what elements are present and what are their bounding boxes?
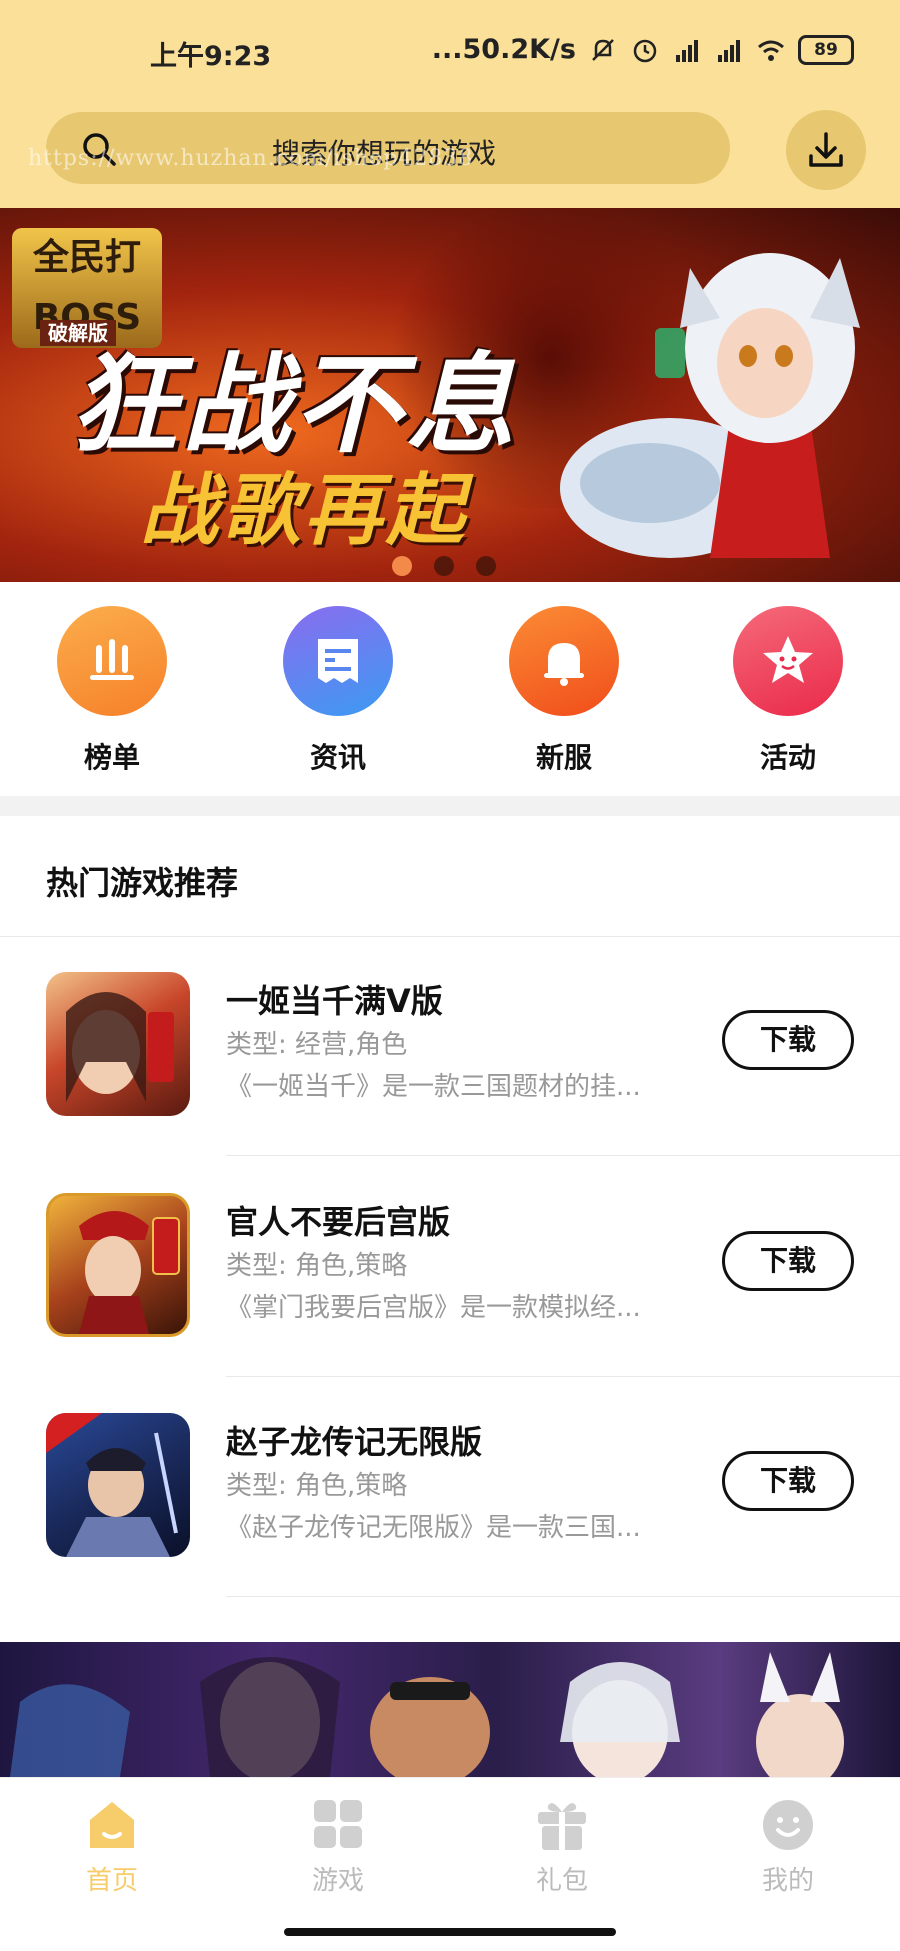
- status-bar: 上午9:23 ...50.2K/s 89: [0, 28, 900, 76]
- section-divider: [0, 796, 900, 816]
- nav-profile[interactable]: 我的: [708, 1798, 868, 1897]
- game-list-item[interactable]: 官人不要后宫版 类型: 角色,策略 《掌门我要后宫版》是一款模拟经... 下载: [0, 1193, 900, 1413]
- carousel-dot[interactable]: [434, 556, 454, 576]
- game-type: 类型: 经营,角色: [226, 1030, 408, 1060]
- game-type: 类型: 角色,策略: [226, 1471, 408, 1501]
- promo-banner[interactable]: 全民打BOSS 破解版 狂战不息 战歌再起: [0, 208, 900, 582]
- home-indicator[interactable]: [284, 1928, 616, 1936]
- game-type: 类型: 角色,策略: [226, 1251, 408, 1281]
- quick-label: 活动: [759, 741, 816, 774]
- quick-item-ranking[interactable]: 榜单: [42, 606, 182, 776]
- game-thumbnail: [46, 1193, 190, 1337]
- divider: [226, 1376, 900, 1377]
- banner-characters-illustration: [10, 1652, 844, 1777]
- nav-gifts[interactable]: 礼包: [482, 1798, 642, 1897]
- home-icon: [90, 1802, 134, 1848]
- bell-icon: [509, 606, 619, 716]
- download-icon: [809, 132, 843, 167]
- nav-home[interactable]: 首页: [32, 1798, 192, 1897]
- carousel-dot[interactable]: [392, 556, 412, 576]
- status-time: 上午9:23: [150, 41, 272, 72]
- nav-label: 礼包: [535, 1866, 588, 1896]
- wifi-icon: [758, 40, 784, 61]
- battery-icon: 89: [798, 34, 854, 65]
- game-description: 《掌门我要后宫版》是一款模拟经...: [226, 1293, 641, 1323]
- game-thumbnail-art: [46, 1413, 178, 1557]
- news-icon: [283, 606, 393, 716]
- banner-subheadline: 战歌再起: [140, 466, 469, 556]
- game-name: 一姬当千满V版: [226, 982, 443, 1020]
- carousel-indicator: [392, 556, 496, 576]
- section-title: 热门游戏推荐: [46, 864, 239, 902]
- quick-item-events[interactable]: 活动: [718, 606, 858, 776]
- divider: [0, 936, 900, 937]
- network-speed: ...50.2K/s: [431, 34, 576, 65]
- game-list-item[interactable]: 赵子龙传记无限版 类型: 角色,策略 《赵子龙传记无限版》是一款三国... 下载: [0, 1413, 900, 1633]
- game-thumbnail-art: [66, 992, 174, 1102]
- quick-label: 榜单: [83, 741, 140, 774]
- nav-label: 我的: [761, 1866, 814, 1896]
- game-thumbnail: [46, 972, 190, 1116]
- carousel-dot[interactable]: [476, 556, 496, 576]
- signal-hd-icon: [676, 39, 698, 62]
- watermark-text: https://www.huzhan.com/ishop42838: [28, 146, 474, 171]
- signal-hd-icon: [718, 39, 740, 62]
- alarm-icon: [633, 39, 657, 62]
- game-name: 官人不要后宫版: [226, 1203, 451, 1241]
- mute-icon: [592, 38, 614, 61]
- divider: [226, 1155, 900, 1156]
- quick-label: 新服: [535, 741, 592, 774]
- quick-item-news[interactable]: 资讯: [268, 606, 408, 776]
- star-icon: [733, 606, 843, 716]
- gift-icon: [538, 1803, 586, 1850]
- chart-icon: [57, 606, 167, 716]
- quick-label: 资讯: [309, 741, 366, 774]
- game-thumbnail: [46, 1413, 190, 1557]
- secondary-banner[interactable]: [0, 1642, 900, 1777]
- divider: [226, 1596, 900, 1597]
- quick-menu: 榜单 资讯 新服 活动: [0, 582, 900, 796]
- download-manager-button[interactable]: [786, 110, 866, 190]
- game-name: 赵子龙传记无限版: [226, 1423, 483, 1461]
- bottom-navigation: 首页 游戏 礼包 我的: [0, 1777, 900, 1951]
- quick-item-new-server[interactable]: 新服: [494, 606, 634, 776]
- nav-games[interactable]: 游戏: [258, 1798, 418, 1897]
- game-description: 《赵子龙传记无限版》是一款三国...: [226, 1513, 641, 1543]
- game-description: 《一姬当千》是一款三国题材的挂...: [226, 1072, 641, 1102]
- nav-label: 首页: [85, 1866, 138, 1896]
- fox-character-illustration: [560, 253, 860, 558]
- download-button[interactable]: 下载: [722, 1451, 854, 1511]
- game-list-item[interactable]: 一姬当千满V版 类型: 经营,角色 《一姬当千》是一款三国题材的挂... 下载: [0, 972, 900, 1192]
- game-thumbnail-art: [79, 1211, 180, 1334]
- top-header: 上午9:23 ...50.2K/s 89 搜索你想玩的游戏 https://ww…: [0, 0, 900, 208]
- status-right: ...50.2K/s 89: [432, 34, 854, 65]
- nav-label: 游戏: [311, 1866, 364, 1896]
- grid-icon: [314, 1800, 362, 1848]
- download-button[interactable]: 下载: [722, 1010, 854, 1070]
- profile-icon: [763, 1800, 813, 1850]
- download-button[interactable]: 下载: [722, 1231, 854, 1291]
